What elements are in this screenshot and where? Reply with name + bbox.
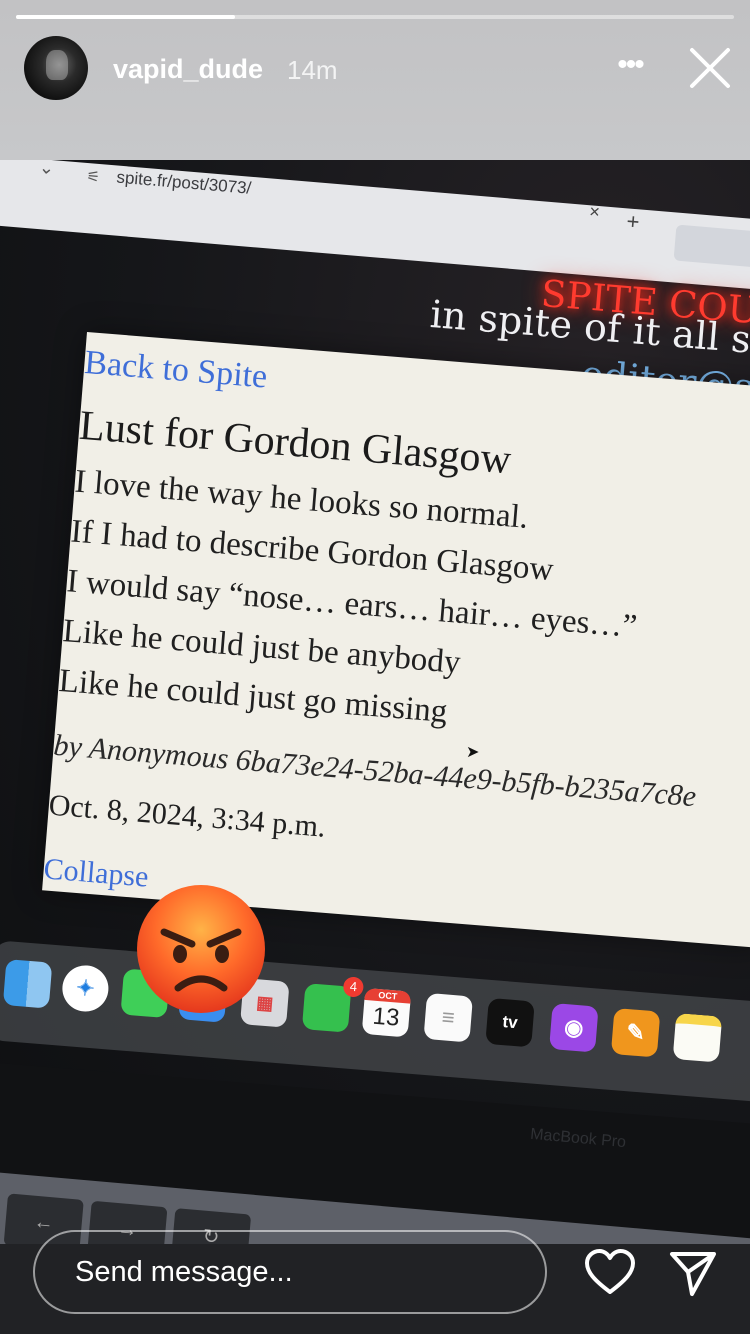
mouse-cursor-icon: ➤ (466, 744, 480, 761)
back-to-spite-link: Back to Spite (83, 343, 269, 396)
send-message-input[interactable]: Send message... (33, 1230, 547, 1314)
apple-tv-icon: tv (485, 997, 535, 1048)
calendar-icon: OCT 13 (361, 987, 412, 1038)
chevron-down-icon: ⌄ (38, 160, 55, 179)
story-progress-bar (16, 15, 734, 19)
post-time: 14m (287, 55, 338, 85)
more-options-button[interactable]: ••• (608, 50, 652, 86)
post-date: Oct. 8, 2024, 3:34 p.m. (47, 788, 327, 844)
story-header: vapid_dude 14m ••• (0, 0, 750, 160)
post-card: Back to Spite Lust for Gordon Glasgow I … (42, 332, 750, 948)
facetime-badge: 4 (342, 976, 365, 998)
calendar-day: 13 (371, 1002, 401, 1032)
finder-icon (2, 959, 53, 1009)
tab-close-icon: × (588, 201, 601, 223)
story-photo[interactable]: ⌄ ⚟ spite.fr/post/3073/ × + SPITE COUN i… (0, 160, 750, 1260)
browser-tab (673, 224, 750, 271)
close-button[interactable] (688, 46, 732, 90)
send-icon (670, 1252, 716, 1296)
pages-icon: ✎ (610, 1007, 661, 1058)
avatar[interactable] (24, 36, 88, 100)
new-tab-icon: + (625, 208, 641, 235)
more-horizontal-icon: ••• (617, 48, 644, 81)
story-footer: Send message... (0, 1230, 750, 1334)
message-placeholder: Send message... (75, 1256, 293, 1288)
podcasts-icon: ◉ (549, 1003, 599, 1053)
apple-tv-label: tv (501, 1012, 519, 1033)
close-icon (690, 48, 730, 88)
safari-icon: ✦ (60, 963, 111, 1014)
like-button[interactable] (584, 1248, 636, 1296)
send-button[interactable] (668, 1248, 718, 1298)
notes-icon (672, 1012, 723, 1063)
angry-face-sticker (137, 885, 265, 1013)
username[interactable]: vapid_dude (113, 54, 263, 85)
reminders-icon: ≡ (423, 992, 474, 1043)
heart-icon (585, 1249, 635, 1294)
story-progress-fill (16, 15, 235, 19)
site-settings-icon: ⚟ (85, 168, 101, 187)
